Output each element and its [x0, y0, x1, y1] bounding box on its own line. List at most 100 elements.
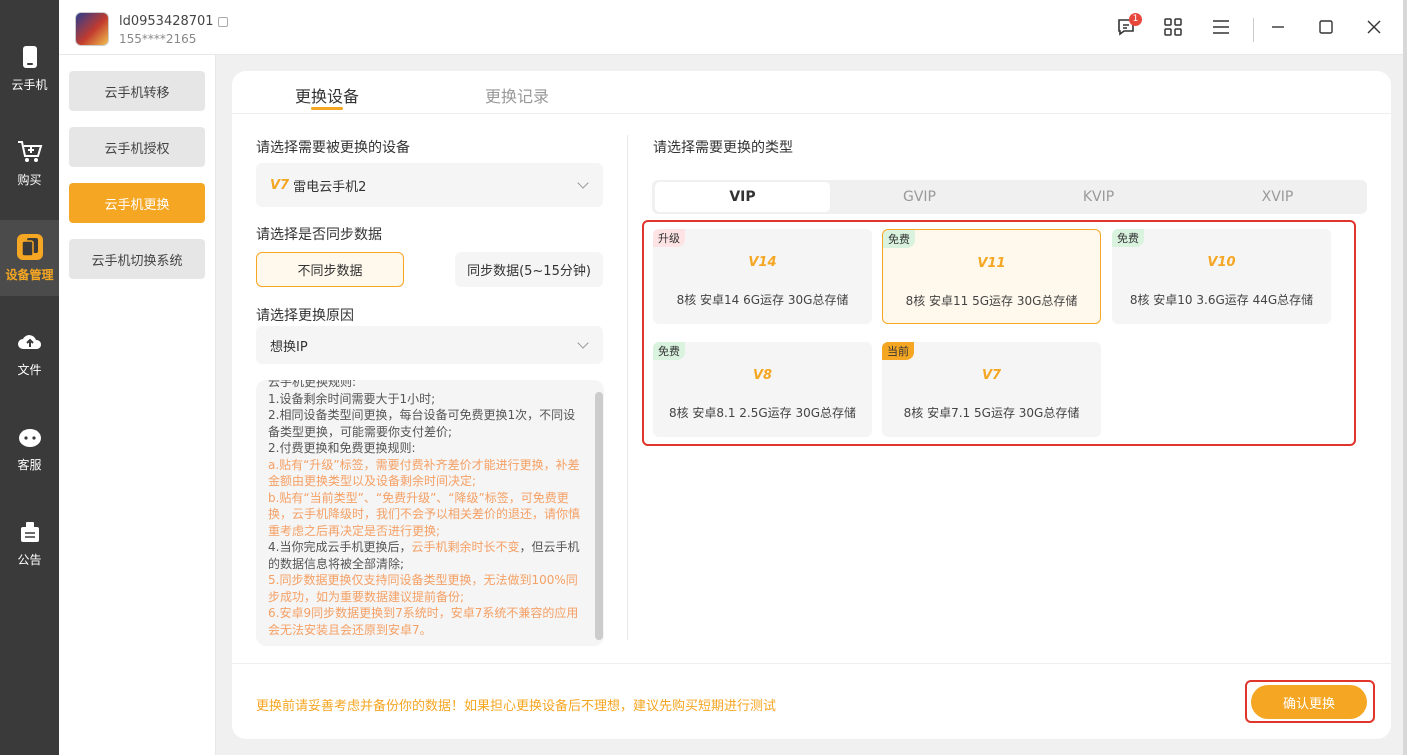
current-tag: 当前 — [882, 342, 914, 360]
device-option-v14[interactable]: 升级 V14 8核 安卓14 6G运存 30G总存储 — [653, 229, 872, 324]
rule-4: 4.当你完成云手机更换后，云手机剩余时长不变，但云手机的数据信息将被全部清除; — [268, 540, 580, 571]
rule-1: 1.设备剩余时间需要大于1小时; — [268, 391, 436, 406]
device-option-v11[interactable]: 免费 V11 8核 安卓11 5G运存 30G总存储 — [882, 229, 1101, 324]
backup-warning: 更换前请妥善考虑并备份你的数据！如果担心更换设备后不理想，建议先购买短期进行测试 — [256, 699, 777, 714]
rail-label: 客服 — [17, 457, 42, 472]
chevron-down-icon — [577, 337, 589, 349]
avatar[interactable] — [75, 12, 109, 46]
device-select-value: 雷电云手机2 — [293, 179, 367, 195]
grid-icon — [1164, 18, 1182, 40]
rail-item-files[interactable]: 文件 — [0, 315, 59, 391]
message-button[interactable]: 1 — [1115, 13, 1142, 40]
cart-icon — [17, 139, 43, 165]
tab-gvip[interactable]: GVIP — [832, 182, 1007, 212]
rail-label: 设备管理 — [5, 267, 54, 282]
device-spec: 8核 安卓11 5G运存 30G总存储 — [905, 294, 1078, 308]
free-tag: 免费 — [883, 230, 915, 248]
v8-logo-icon: V8 — [752, 368, 773, 383]
chevron-down-icon — [577, 177, 589, 189]
sync-data-option[interactable]: 同步数据(5~15分钟) — [455, 252, 603, 287]
v7-badge-icon: V7 — [270, 177, 290, 193]
device-manage-icon — [16, 233, 43, 260]
v11-logo-icon: V11 — [977, 256, 1006, 271]
upgrade-tag: 升级 — [653, 229, 685, 247]
v14-logo-icon: V14 — [748, 255, 777, 270]
device-select-label: 请选择需要被更换的设备 — [256, 140, 410, 156]
cloud-upload-icon — [17, 329, 43, 355]
close-button[interactable] — [1363, 18, 1385, 40]
reason-select-value: 想换IP — [270, 339, 308, 355]
tab-replace-device[interactable]: 更换设备 — [295, 83, 359, 107]
subnav-switch-system[interactable]: 云手机切换系统 — [69, 239, 205, 279]
free-tag: 免费 — [653, 342, 685, 360]
device-spec: 8核 安卓14 6G运存 30G总存储 — [676, 293, 849, 307]
subnav-authorize[interactable]: 云手机授权 — [69, 127, 205, 167]
rail-label: 云手机 — [11, 77, 48, 92]
reason-label: 请选择更换原因 — [256, 308, 354, 324]
no-sync-option[interactable]: 不同步数据 — [256, 252, 404, 287]
rule-6: 6.安卓9同步数据更换到7系统时，安卓7系统不兼容的应用会无法安装且会还原到安卓… — [268, 606, 579, 637]
apps-button[interactable] — [1162, 18, 1184, 40]
rule-2: 2.相同设备类型间更换，每台设备可免费更换1次，不同设备类型更换，可能需要你支付… — [268, 408, 576, 439]
tab-vip[interactable]: VIP — [655, 182, 830, 212]
column-divider — [627, 135, 628, 640]
reason-select[interactable]: 想换IP — [256, 326, 603, 364]
v10-logo-icon: V10 — [1207, 255, 1236, 270]
rules-title: 云手机更换规则: — [268, 380, 357, 389]
menu-icon — [1212, 19, 1230, 39]
window-edge — [1403, 0, 1407, 755]
v7-logo-icon: V7 — [981, 368, 1002, 383]
rule-3: 2.付费更换和免费更换规则: — [268, 441, 416, 455]
vip-type-segmented: VIP GVIP KVIP XVIP — [652, 180, 1367, 214]
rule-3a: a.贴有“升级”标签，需要付费补齐差价才能进行更换，补差金额由更换类型以及设备剩… — [268, 457, 580, 489]
rail-item-notice[interactable]: 公告 — [0, 505, 59, 581]
tab-replace-records[interactable]: 更换记录 — [485, 83, 549, 107]
device-option-v8[interactable]: 免费 V8 8核 安卓8.1 2.5G运存 30G总存储 — [653, 342, 872, 437]
subnav-transfer[interactable]: 云手机转移 — [69, 71, 205, 111]
rail-item-cloud-phone[interactable]: 云手机 — [0, 30, 59, 106]
rule-5: 5.同步数据更换仅支持同设备类型更换，无法做到100%同步成功，如为重要数据建议… — [268, 573, 578, 604]
user-id: ld0953428701 — [119, 14, 228, 29]
close-icon — [1366, 19, 1382, 39]
sync-label: 请选择是否同步数据 — [256, 227, 382, 243]
tabs-divider — [232, 113, 1391, 114]
rail-label: 购买 — [17, 172, 42, 187]
maximize-icon — [1318, 19, 1334, 39]
rail-label: 文件 — [17, 362, 42, 377]
rail-item-support[interactable]: 客服 — [0, 410, 59, 486]
device-spec: 8核 安卓7.1 5G运存 30G总存储 — [903, 406, 1080, 420]
notice-icon — [17, 519, 43, 545]
user-phone: 155****2165 — [119, 32, 197, 46]
rail-item-buy[interactable]: 购买 — [0, 125, 59, 201]
tab-kvip[interactable]: KVIP — [1011, 182, 1186, 212]
device-select[interactable]: V7 雷电云手机2 — [256, 163, 603, 207]
minimize-icon — [1270, 19, 1286, 39]
device-spec: 8核 安卓10 3.6G运存 44G总存储 — [1129, 293, 1314, 307]
phone-icon — [17, 44, 43, 70]
message-badge: 1 — [1129, 13, 1142, 26]
sub-nav: 云手机转移 云手机授权 云手机更换 云手机切换系统 — [59, 55, 216, 755]
rules-text: 云手机更换规则: 1.设备剩余时间需要大于1小时; 2.相同设备类型间更换，每台… — [268, 380, 582, 638]
device-option-v7[interactable]: 当前 V7 8核 安卓7.1 5G运存 30G总存储 — [882, 342, 1101, 437]
device-spec: 8核 安卓8.1 2.5G运存 30G总存储 — [668, 406, 857, 420]
device-option-v10[interactable]: 免费 V10 8核 安卓10 3.6G运存 44G总存储 — [1112, 229, 1331, 324]
tab-xvip[interactable]: XVIP — [1190, 182, 1365, 212]
rule-3b: b.贴有“当前类型”、“免费升级”、“降级”标签，可免费更换，云手机降级时，我们… — [268, 490, 581, 538]
rules-scrollbar[interactable] — [595, 392, 603, 640]
maximize-button[interactable] — [1315, 18, 1337, 40]
topbar-divider — [1253, 18, 1254, 42]
rail-label: 公告 — [17, 552, 42, 567]
menu-button[interactable] — [1210, 18, 1232, 40]
left-rail: 云手机 购买 设备管理 文件 客服 公告 — [0, 0, 59, 755]
rules-panel: 云手机更换规则: 1.设备剩余时间需要大于1小时; 2.相同设备类型间更换，每台… — [256, 380, 604, 646]
replace-device-card: 更换设备 更换记录 请选择需要被更换的设备 V7 雷电云手机2 请选择是否同步数… — [232, 71, 1391, 739]
confirm-replace-button[interactable]: 确认更换 — [1251, 685, 1367, 719]
free-tag: 免费 — [1112, 229, 1144, 247]
footer-divider — [232, 663, 1391, 664]
copy-icon[interactable] — [217, 16, 228, 27]
minimize-button[interactable] — [1267, 18, 1289, 40]
subnav-replace[interactable]: 云手机更换 — [69, 183, 205, 223]
type-label: 请选择需要更换的类型 — [653, 140, 793, 156]
top-bar: ld0953428701 155****2165 1 — [59, 0, 1407, 55]
rail-item-device-manage[interactable]: 设备管理 — [0, 220, 59, 296]
